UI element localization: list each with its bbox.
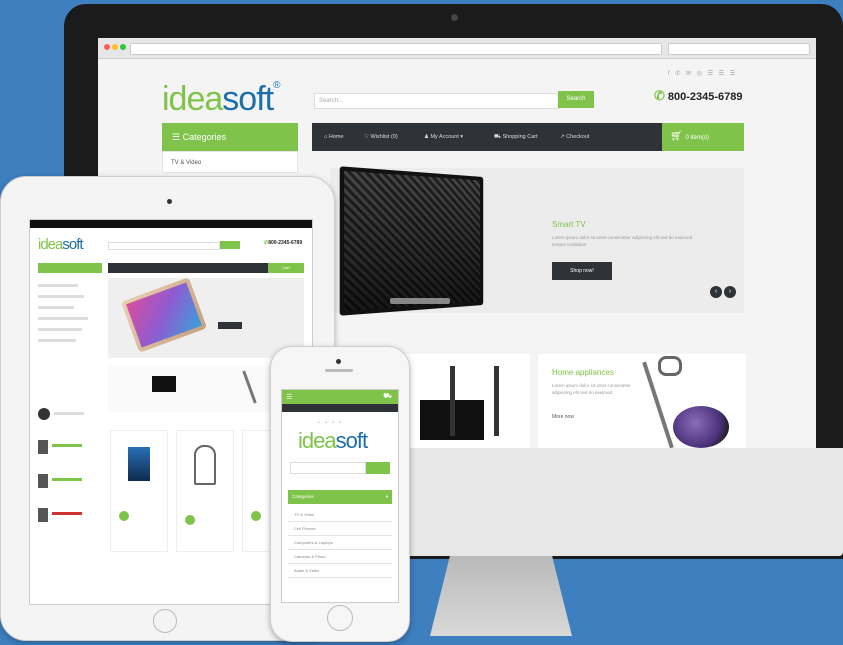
phone-top-bar: ☰ ⛟	[282, 390, 398, 404]
tablet-product-card[interactable]	[110, 430, 168, 552]
phone-category-item[interactable]: Cell Phones	[288, 522, 392, 536]
add-to-cart-icon[interactable]	[251, 511, 261, 521]
chevron-down-icon: ▾	[385, 494, 388, 499]
smartphone-device: ☰ ⛟ • • • • ideasoft Categories ▾ TV & Vi…	[270, 346, 410, 642]
phone-logo[interactable]: ideasoft	[298, 428, 368, 454]
phone-categories-header[interactable]: Categories ▾	[288, 490, 392, 504]
product-tv-image	[128, 447, 150, 481]
categories-header[interactable]: ☰ Categories	[162, 123, 298, 151]
social-links[interactable]: f ✆ ✉ ◎ ☰ ☰ ☰	[668, 70, 737, 77]
site-logo[interactable]: ideasoft®	[162, 80, 281, 119]
add-to-cart-icon[interactable]	[185, 515, 195, 525]
tablet-logo[interactable]: ideasoft	[38, 236, 84, 253]
tablet-hero	[108, 277, 304, 358]
phone-search-input[interactable]	[290, 462, 366, 474]
phone-nav-bar	[282, 404, 398, 412]
tablet-vacuum-image	[242, 370, 257, 404]
phone-category-item[interactable]: Cameras & Photo	[288, 550, 392, 564]
tablet-phone: ✆800-2345-6789	[264, 240, 303, 246]
speaker-right	[494, 366, 499, 436]
browser-toolbar	[98, 38, 816, 59]
nav-cart[interactable]: ⛟ Shopping Cart	[494, 123, 538, 151]
phone-screen: ☰ ⛟ • • • • ideasoft Categories ▾ TV & Vi…	[281, 389, 399, 603]
hero-text: Lorem ipsum dolor sit amet consectetur a…	[552, 235, 693, 247]
minimize-dot-icon[interactable]	[112, 44, 118, 50]
tablet-search-button[interactable]	[220, 241, 240, 249]
nav-account[interactable]: ♟ My Account ▾	[424, 123, 463, 151]
phone-menu-icon[interactable]: ☰	[286, 393, 292, 401]
tablet-status-bar	[30, 220, 312, 228]
product-vacuum-image	[194, 445, 216, 485]
phone-speaker	[325, 369, 353, 372]
tablet-shop-button[interactable]	[218, 322, 242, 329]
nav-home[interactable]: ⌂ Home	[324, 123, 344, 151]
promo-text: Lorem ipsum dolor sit amet consectetur a…	[552, 383, 631, 395]
tablet-home-button[interactable]	[153, 609, 177, 633]
address-bar[interactable]	[130, 43, 662, 55]
shop-now-button[interactable]: Shop now!	[552, 262, 612, 280]
tablet-sidebar-products	[38, 400, 102, 600]
nav-checkout[interactable]: ↗ Checkout	[560, 123, 589, 151]
speaker-left	[450, 366, 455, 436]
promo-title: Home appliances	[552, 368, 614, 377]
maximize-dot-icon[interactable]	[120, 44, 126, 50]
phone-camera-icon	[336, 359, 341, 364]
webcam-icon	[451, 14, 458, 21]
monitor-stand	[430, 556, 572, 636]
category-item[interactable]: TV & Video	[162, 151, 298, 173]
phone-category-item[interactable]: TV & Video	[288, 508, 392, 522]
search-button[interactable]: Search	[558, 91, 594, 108]
tablet-product-card[interactable]	[176, 430, 234, 552]
vacuum-image	[673, 406, 729, 448]
nav-wishlist[interactable]: ♡ Wishlist (0)	[364, 123, 398, 151]
phone-icon: ✆	[654, 88, 665, 103]
phone-social-icons[interactable]: • • • •	[318, 420, 343, 426]
browser-search-bar[interactable]	[668, 43, 810, 55]
search-input[interactable]: Search...	[314, 93, 560, 109]
promo-home-appliances[interactable]: Home appliances Lorem ipsum dolor sit am…	[538, 354, 746, 448]
hero-title: Smart TV	[552, 220, 586, 229]
hero-slider: Smart TV Lorem ipsum dolor sit amet cons…	[330, 166, 744, 316]
tv-stand	[390, 298, 450, 304]
tablet-category-list	[38, 276, 102, 396]
slider-prev-icon[interactable]: ‹	[710, 286, 722, 298]
tablet-nav: Cart	[108, 263, 304, 273]
curved-tv-image	[339, 166, 484, 316]
ipad-product-image	[120, 277, 208, 353]
tablet-camera-icon	[167, 199, 172, 204]
promo-more-link[interactable]: More now	[552, 414, 574, 420]
menu-icon: ☰	[172, 132, 183, 142]
tablet-categories[interactable]	[38, 263, 102, 273]
phone-search-button[interactable]	[366, 462, 390, 474]
add-to-cart-icon[interactable]	[119, 511, 129, 521]
phone-category-item[interactable]: Computers & Laptops	[288, 536, 392, 550]
phone-cart-icon[interactable]: ⛟	[383, 392, 392, 401]
tablet-tv-image	[152, 376, 176, 392]
close-dot-icon[interactable]	[104, 44, 110, 50]
vacuum-handle	[658, 356, 682, 376]
cart-icon: 🛒︎	[670, 131, 686, 142]
cart-button[interactable]: 🛒︎ 0 item(s)	[662, 123, 744, 151]
tablet-search-input[interactable]	[108, 242, 220, 250]
phone-number: ✆ 800-2345-6789	[654, 88, 743, 103]
tablet-cart-button[interactable]: Cart	[268, 263, 304, 273]
phone-home-button[interactable]	[327, 605, 353, 631]
phone-category-item[interactable]: Audio & Video	[288, 564, 392, 578]
slider-next-icon[interactable]: ›	[724, 286, 736, 298]
